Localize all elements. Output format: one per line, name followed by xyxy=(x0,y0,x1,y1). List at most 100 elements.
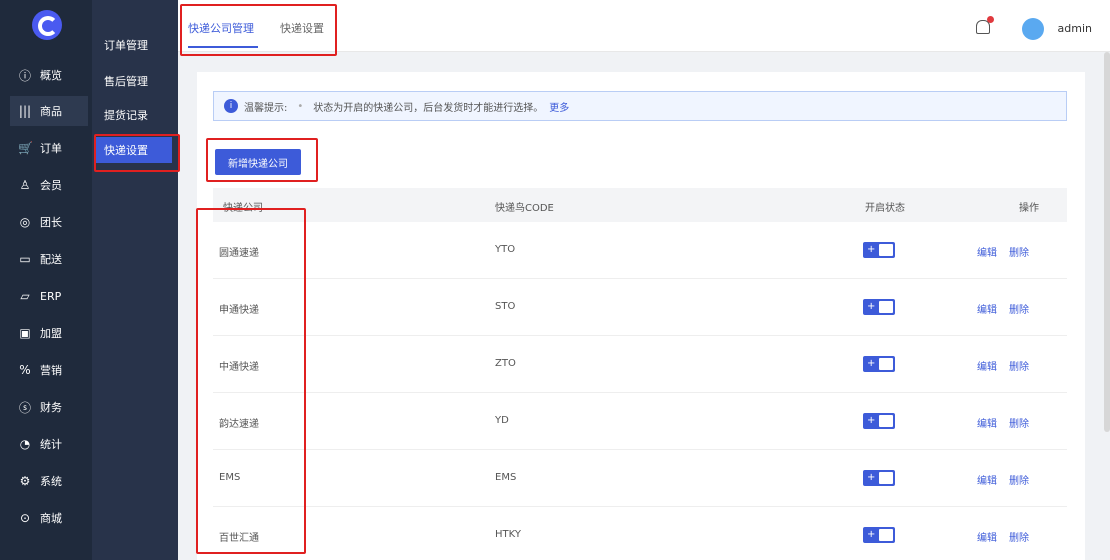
tab-express-company-management[interactable]: 快递公司管理 xyxy=(188,20,254,36)
table-row: 申通快递 STO + 编辑 删除 xyxy=(213,279,1067,336)
delete-link[interactable]: 删除 xyxy=(1009,358,1029,373)
tip-label: 温馨提示: xyxy=(244,102,288,114)
notification-dot xyxy=(987,16,994,23)
status-toggle[interactable]: + xyxy=(863,470,895,486)
nav-item-delivery[interactable]: ▭ 配送 xyxy=(10,244,88,274)
status-toggle[interactable]: + xyxy=(863,527,895,543)
edit-link[interactable]: 编辑 xyxy=(977,244,997,259)
coupon-icon: % xyxy=(19,363,31,377)
table-header: 快递公司 快递鸟CODE 开启状态 操作 xyxy=(213,188,1067,222)
delete-link[interactable]: 删除 xyxy=(1009,472,1029,487)
nav-item-label: 加盟 xyxy=(40,327,62,340)
nav-item-label: 概览 xyxy=(40,69,62,82)
nav-item-finance[interactable]: ⓢ 财务 xyxy=(10,392,88,422)
scrollbar[interactable] xyxy=(1104,52,1110,432)
nav-item-overview[interactable]: ⓘ 概览 xyxy=(10,60,88,90)
table-row: EMS EMS + 编辑 删除 xyxy=(213,450,1067,507)
compass-icon: ⊙ xyxy=(19,511,31,525)
medal-icon: ◎ xyxy=(19,215,31,229)
tab-express-settings[interactable]: 快递设置 xyxy=(280,20,324,36)
company-name: 圆通速递 xyxy=(219,248,259,259)
company-code: YTO xyxy=(495,244,516,255)
column-header-code: 快递鸟CODE xyxy=(495,203,554,214)
truck-icon: ▭ xyxy=(19,252,31,266)
nav-item-label: 营销 xyxy=(40,364,62,377)
sub-item-express-settings[interactable]: 快递设置 xyxy=(96,137,172,163)
column-header-actions: 操作 xyxy=(1019,203,1039,214)
nav-item-stats[interactable]: ◔ 统计 xyxy=(10,429,88,459)
sub-item-order-management[interactable]: 订单管理 xyxy=(92,32,178,58)
table-row: 韵达速递 YD + 编辑 删除 xyxy=(213,393,1067,450)
erp-icon: ▱ xyxy=(20,289,30,303)
edit-link[interactable]: 编辑 xyxy=(977,529,997,544)
nav-item-franchise[interactable]: ▣ 加盟 xyxy=(10,318,88,348)
nav-item-erp[interactable]: ▱ ERP xyxy=(10,281,88,311)
shield-icon: ▣ xyxy=(19,326,31,340)
nav-item-members[interactable]: ♙ 会员 xyxy=(10,170,88,200)
content-card: i 温馨提示: • 状态为开启的快递公司，后台发货时才能进行选择。 更多 新增快… xyxy=(197,72,1085,560)
nav-item-label: 统计 xyxy=(40,438,62,451)
nav-item-system[interactable]: ⚙ 系统 xyxy=(10,466,88,496)
status-toggle[interactable]: + xyxy=(863,413,895,429)
sub-item-pickup-records[interactable]: 提货记录 xyxy=(92,102,178,128)
company-code: EMS xyxy=(495,472,517,483)
company-code: HTKY xyxy=(495,529,521,540)
table-row: 圆通速递 YTO + 编辑 删除 xyxy=(213,222,1067,279)
company-code: YD xyxy=(495,415,509,426)
delete-link[interactable]: 删除 xyxy=(1009,301,1029,316)
gear-icon: ⚙ xyxy=(19,474,31,488)
company-name: 申通快递 xyxy=(219,305,259,316)
status-toggle[interactable]: + xyxy=(863,299,895,315)
moneybag-icon: ⓢ xyxy=(18,400,31,415)
nav-item-label: 配送 xyxy=(40,253,62,266)
delete-link[interactable]: 删除 xyxy=(1009,415,1029,430)
nav-item-label: 商品 xyxy=(40,105,62,118)
nav-item-orders[interactable]: 🛒 订单 xyxy=(10,133,88,163)
cart-icon: 🛒 xyxy=(18,141,33,155)
table-row: 中通快递 ZTO + 编辑 删除 xyxy=(213,336,1067,393)
avatar[interactable] xyxy=(1022,18,1044,40)
nav-item-label: 财务 xyxy=(40,401,62,414)
nav-item-marketing[interactable]: % 营销 xyxy=(10,355,88,385)
bullet-icon: • xyxy=(297,100,304,112)
nav-item-label: ERP xyxy=(40,289,62,303)
tip-text: 状态为开启的快递公司，后台发货时才能进行选择。 xyxy=(313,102,544,114)
status-toggle[interactable]: + xyxy=(863,356,895,372)
table-row: 百世汇通 HTKY + 编辑 删除 xyxy=(213,507,1067,560)
nav-item-mall[interactable]: ⊙ 商城 xyxy=(10,503,88,533)
status-toggle[interactable]: + xyxy=(863,242,895,258)
edit-link[interactable]: 编辑 xyxy=(977,415,997,430)
nav-item-label: 商城 xyxy=(40,512,62,525)
nav-item-leader[interactable]: ◎ 团长 xyxy=(10,207,88,237)
company-name: EMS xyxy=(219,472,241,483)
logo-icon[interactable] xyxy=(32,10,62,40)
company-name: 韵达速递 xyxy=(219,419,259,430)
add-express-company-button[interactable]: 新增快递公司 xyxy=(215,149,301,175)
user-icon: ♙ xyxy=(19,178,31,192)
top-bar: 快递公司管理 快递设置 admin xyxy=(178,0,1110,52)
edit-link[interactable]: 编辑 xyxy=(977,301,997,316)
sub-item-after-sales[interactable]: 售后管理 xyxy=(92,68,178,94)
nav-item-label: 团长 xyxy=(40,216,62,229)
delete-link[interactable]: 删除 xyxy=(1009,529,1029,544)
barcode-icon: ||| xyxy=(18,104,32,118)
info-icon: i xyxy=(224,99,238,113)
edit-link[interactable]: 编辑 xyxy=(977,358,997,373)
company-code: ZTO xyxy=(495,358,516,369)
column-header-company: 快递公司 xyxy=(223,203,263,214)
username[interactable]: admin xyxy=(1058,22,1092,35)
nav-item-label: 会员 xyxy=(40,179,62,192)
nav-item-goods[interactable]: ||| 商品 xyxy=(10,96,88,126)
edit-link[interactable]: 编辑 xyxy=(977,472,997,487)
company-name: 中通快递 xyxy=(219,362,259,373)
main-nav: ⓘ 概览 ||| 商品 🛒 订单 ♙ 会员 ◎ 团长 ▭ 配送 ▱ ERP ▣ 加盟 % 营销 ⓢ… xyxy=(0,0,92,560)
nav-item-label: 订单 xyxy=(40,142,62,155)
sub-nav: 订单管理 售后管理 提货记录 快递设置 xyxy=(92,0,178,560)
column-header-status: 开启状态 xyxy=(865,203,905,214)
pie-icon: ◔ xyxy=(19,437,31,451)
active-tab-indicator xyxy=(188,46,258,48)
nav-item-label: 系统 xyxy=(40,475,62,488)
company-code: STO xyxy=(495,301,516,312)
delete-link[interactable]: 删除 xyxy=(1009,244,1029,259)
tip-more-link[interactable]: 更多 xyxy=(549,99,569,114)
